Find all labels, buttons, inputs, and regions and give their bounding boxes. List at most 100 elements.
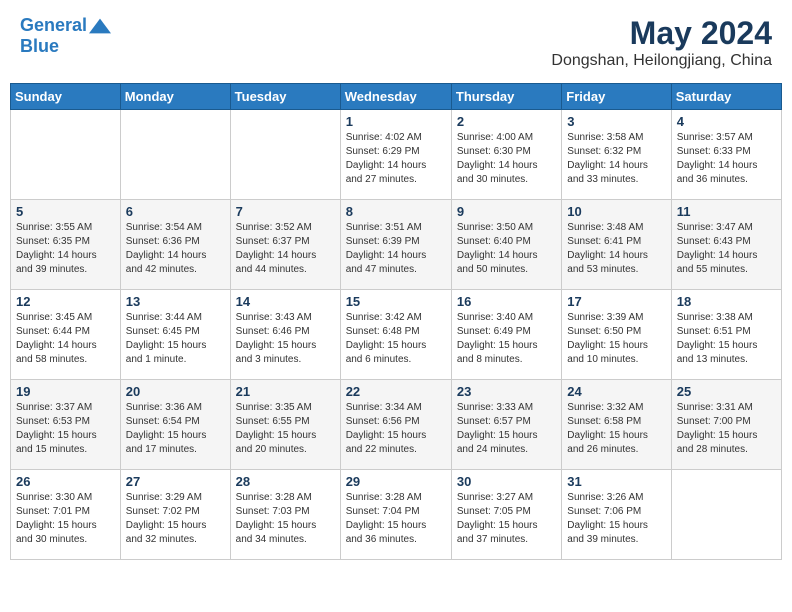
day-info: Sunrise: 3:33 AM Sunset: 6:57 PM Dayligh… bbox=[457, 401, 556, 457]
day-header-friday: Friday bbox=[562, 84, 671, 110]
day-info: Sunrise: 3:32 AM Sunset: 6:58 PM Dayligh… bbox=[567, 401, 665, 457]
calendar-cell: 28Sunrise: 3:28 AM Sunset: 7:03 PM Dayli… bbox=[230, 470, 340, 560]
calendar-cell: 17 Sunrise: 3:39 AM Sunset: 6:50 PM Dayli… bbox=[562, 290, 671, 380]
calendar-cell: 29 Sunrise: 3:28 AM Sunset: 7:04 PM Dayli… bbox=[340, 470, 451, 560]
calendar-cell: 14 Sunrise: 3:43 AM Sunset: 6:46 PM Dayli… bbox=[230, 290, 340, 380]
calendar-table: SundayMondayTuesdayWednesdayThursdayFrid… bbox=[10, 83, 782, 560]
day-info: Sunrise: 3:45 AM Sunset: 6:44 PM Dayligh… bbox=[16, 311, 115, 367]
calendar-cell: 3Sunrise: 3:58 AM Sunset: 6:32 PM Daylig… bbox=[562, 110, 671, 200]
day-info: Sunrise: 3:36 AM Sunset: 6:54 PM Dayligh… bbox=[126, 401, 225, 457]
day-number: 25 bbox=[677, 384, 776, 399]
day-number: 1 bbox=[346, 114, 446, 129]
day-info: Sunrise: 3:39 AM Sunset: 6:50 PM Dayligh… bbox=[567, 311, 665, 367]
day-info: Sunrise: 3:42 AM Sunset: 6:48 PM Dayligh… bbox=[346, 311, 446, 367]
calendar-cell: 2 Sunrise: 4:00 AM Sunset: 6:30 PM Daylig… bbox=[451, 110, 561, 200]
day-info: Sunrise: 3:37 AM Sunset: 6:53 PM Dayligh… bbox=[16, 401, 115, 457]
day-info: Sunrise: 3:48 AM Sunset: 6:41 PM Dayligh… bbox=[567, 221, 665, 277]
day-number: 19 bbox=[16, 384, 115, 399]
day-number: 9 bbox=[457, 204, 556, 219]
day-number: 17 bbox=[567, 294, 665, 309]
day-info: Sunrise: 3:44 AM Sunset: 6:45 PM Dayligh… bbox=[126, 311, 225, 367]
day-number: 13 bbox=[126, 294, 225, 309]
calendar-cell: 8Sunrise: 3:51 AM Sunset: 6:39 PM Daylig… bbox=[340, 200, 451, 290]
calendar-cell bbox=[230, 110, 340, 200]
calendar-cell: 31 Sunrise: 3:26 AM Sunset: 7:06 PM Dayli… bbox=[562, 470, 671, 560]
calendar-cell: 10 Sunrise: 3:48 AM Sunset: 6:41 PM Dayli… bbox=[562, 200, 671, 290]
day-number: 18 bbox=[677, 294, 776, 309]
calendar-cell: 24 Sunrise: 3:32 AM Sunset: 6:58 PM Dayli… bbox=[562, 380, 671, 470]
week-row-4: 19 Sunrise: 3:37 AM Sunset: 6:53 PM Dayli… bbox=[11, 380, 782, 470]
day-info: Sunrise: 3:40 AM Sunset: 6:49 PM Dayligh… bbox=[457, 311, 556, 367]
day-info: Sunrise: 3:35 AM Sunset: 6:55 PM Dayligh… bbox=[236, 401, 335, 457]
calendar-cell: 6Sunrise: 3:54 AM Sunset: 6:36 PM Daylig… bbox=[120, 200, 230, 290]
calendar-cell: 21 Sunrise: 3:35 AM Sunset: 6:55 PM Dayli… bbox=[230, 380, 340, 470]
day-number: 2 bbox=[457, 114, 556, 129]
day-number: 16 bbox=[457, 294, 556, 309]
day-info: Sunrise: 3:27 AM Sunset: 7:05 PM Dayligh… bbox=[457, 491, 556, 547]
day-info: Sunrise: 3:57 AM Sunset: 6:33 PM Dayligh… bbox=[677, 131, 776, 187]
day-number: 20 bbox=[126, 384, 225, 399]
day-info: Sunrise: 3:55 AM Sunset: 6:35 PM Dayligh… bbox=[16, 221, 115, 277]
calendar-cell: 25 Sunrise: 3:31 AM Sunset: 7:00 PM Dayli… bbox=[671, 380, 781, 470]
day-info: Sunrise: 3:54 AM Sunset: 6:36 PM Dayligh… bbox=[126, 221, 225, 277]
day-header-saturday: Saturday bbox=[671, 84, 781, 110]
calendar-cell: 23 Sunrise: 3:33 AM Sunset: 6:57 PM Dayli… bbox=[451, 380, 561, 470]
calendar-cell: 16 Sunrise: 3:40 AM Sunset: 6:49 PM Dayli… bbox=[451, 290, 561, 380]
calendar-cell bbox=[671, 470, 781, 560]
calendar-cell: 13 Sunrise: 3:44 AM Sunset: 6:45 PM Dayli… bbox=[120, 290, 230, 380]
day-info: Sunrise: 3:34 AM Sunset: 6:56 PM Dayligh… bbox=[346, 401, 446, 457]
day-number: 15 bbox=[346, 294, 446, 309]
subtitle: Dongshan, Heilongjiang, China bbox=[551, 52, 772, 70]
calendar-cell: 4 Sunrise: 3:57 AM Sunset: 6:33 PM Daylig… bbox=[671, 110, 781, 200]
day-number: 24 bbox=[567, 384, 665, 399]
day-header-monday: Monday bbox=[120, 84, 230, 110]
week-row-5: 26Sunrise: 3:30 AM Sunset: 7:01 PM Dayli… bbox=[11, 470, 782, 560]
day-info: Sunrise: 3:29 AM Sunset: 7:02 PM Dayligh… bbox=[126, 491, 225, 547]
day-number: 5 bbox=[16, 204, 115, 219]
day-number: 21 bbox=[236, 384, 335, 399]
title-block: May 2024 Dongshan, Heilongjiang, China bbox=[551, 15, 772, 70]
day-info: Sunrise: 4:02 AM Sunset: 6:29 PM Dayligh… bbox=[346, 131, 446, 187]
day-info: Sunrise: 3:31 AM Sunset: 7:00 PM Dayligh… bbox=[677, 401, 776, 457]
day-info: Sunrise: 4:00 AM Sunset: 6:30 PM Dayligh… bbox=[457, 131, 556, 187]
calendar-cell: 22 Sunrise: 3:34 AM Sunset: 6:56 PM Dayli… bbox=[340, 380, 451, 470]
day-info: Sunrise: 3:51 AM Sunset: 6:39 PM Dayligh… bbox=[346, 221, 446, 277]
calendar-cell: 26Sunrise: 3:30 AM Sunset: 7:01 PM Dayli… bbox=[11, 470, 121, 560]
days-header-row: SundayMondayTuesdayWednesdayThursdayFrid… bbox=[11, 84, 782, 110]
day-number: 14 bbox=[236, 294, 335, 309]
day-info: Sunrise: 3:50 AM Sunset: 6:40 PM Dayligh… bbox=[457, 221, 556, 277]
calendar-cell: 5 Sunrise: 3:55 AM Sunset: 6:35 PM Daylig… bbox=[11, 200, 121, 290]
day-info: Sunrise: 3:26 AM Sunset: 7:06 PM Dayligh… bbox=[567, 491, 665, 547]
calendar-cell: 12 Sunrise: 3:45 AM Sunset: 6:44 PM Dayli… bbox=[11, 290, 121, 380]
calendar-cell: 7 Sunrise: 3:52 AM Sunset: 6:37 PM Daylig… bbox=[230, 200, 340, 290]
calendar-cell: 19 Sunrise: 3:37 AM Sunset: 6:53 PM Dayli… bbox=[11, 380, 121, 470]
day-number: 3 bbox=[567, 114, 665, 129]
day-number: 28 bbox=[236, 474, 335, 489]
day-info: Sunrise: 3:43 AM Sunset: 6:46 PM Dayligh… bbox=[236, 311, 335, 367]
day-info: Sunrise: 3:52 AM Sunset: 6:37 PM Dayligh… bbox=[236, 221, 335, 277]
day-info: Sunrise: 3:38 AM Sunset: 6:51 PM Dayligh… bbox=[677, 311, 776, 367]
calendar-cell: 9 Sunrise: 3:50 AM Sunset: 6:40 PM Daylig… bbox=[451, 200, 561, 290]
day-number: 11 bbox=[677, 204, 776, 219]
calendar-cell bbox=[11, 110, 121, 200]
calendar-cell: 15 Sunrise: 3:42 AM Sunset: 6:48 PM Dayli… bbox=[340, 290, 451, 380]
week-row-1: 1 Sunrise: 4:02 AM Sunset: 6:29 PM Daylig… bbox=[11, 110, 782, 200]
logo: General Blue bbox=[20, 15, 111, 57]
day-number: 22 bbox=[346, 384, 446, 399]
day-number: 7 bbox=[236, 204, 335, 219]
day-info: Sunrise: 3:47 AM Sunset: 6:43 PM Dayligh… bbox=[677, 221, 776, 277]
day-number: 30 bbox=[457, 474, 556, 489]
day-number: 10 bbox=[567, 204, 665, 219]
day-number: 12 bbox=[16, 294, 115, 309]
day-header-thursday: Thursday bbox=[451, 84, 561, 110]
calendar-cell: 27Sunrise: 3:29 AM Sunset: 7:02 PM Dayli… bbox=[120, 470, 230, 560]
day-number: 23 bbox=[457, 384, 556, 399]
week-row-3: 12 Sunrise: 3:45 AM Sunset: 6:44 PM Dayli… bbox=[11, 290, 782, 380]
logo-text: General Blue bbox=[20, 15, 111, 57]
calendar-cell: 11 Sunrise: 3:47 AM Sunset: 6:43 PM Dayli… bbox=[671, 200, 781, 290]
day-number: 31 bbox=[567, 474, 665, 489]
day-info: Sunrise: 3:28 AM Sunset: 7:04 PM Dayligh… bbox=[346, 491, 446, 547]
day-number: 29 bbox=[346, 474, 446, 489]
day-number: 4 bbox=[677, 114, 776, 129]
day-header-sunday: Sunday bbox=[11, 84, 121, 110]
